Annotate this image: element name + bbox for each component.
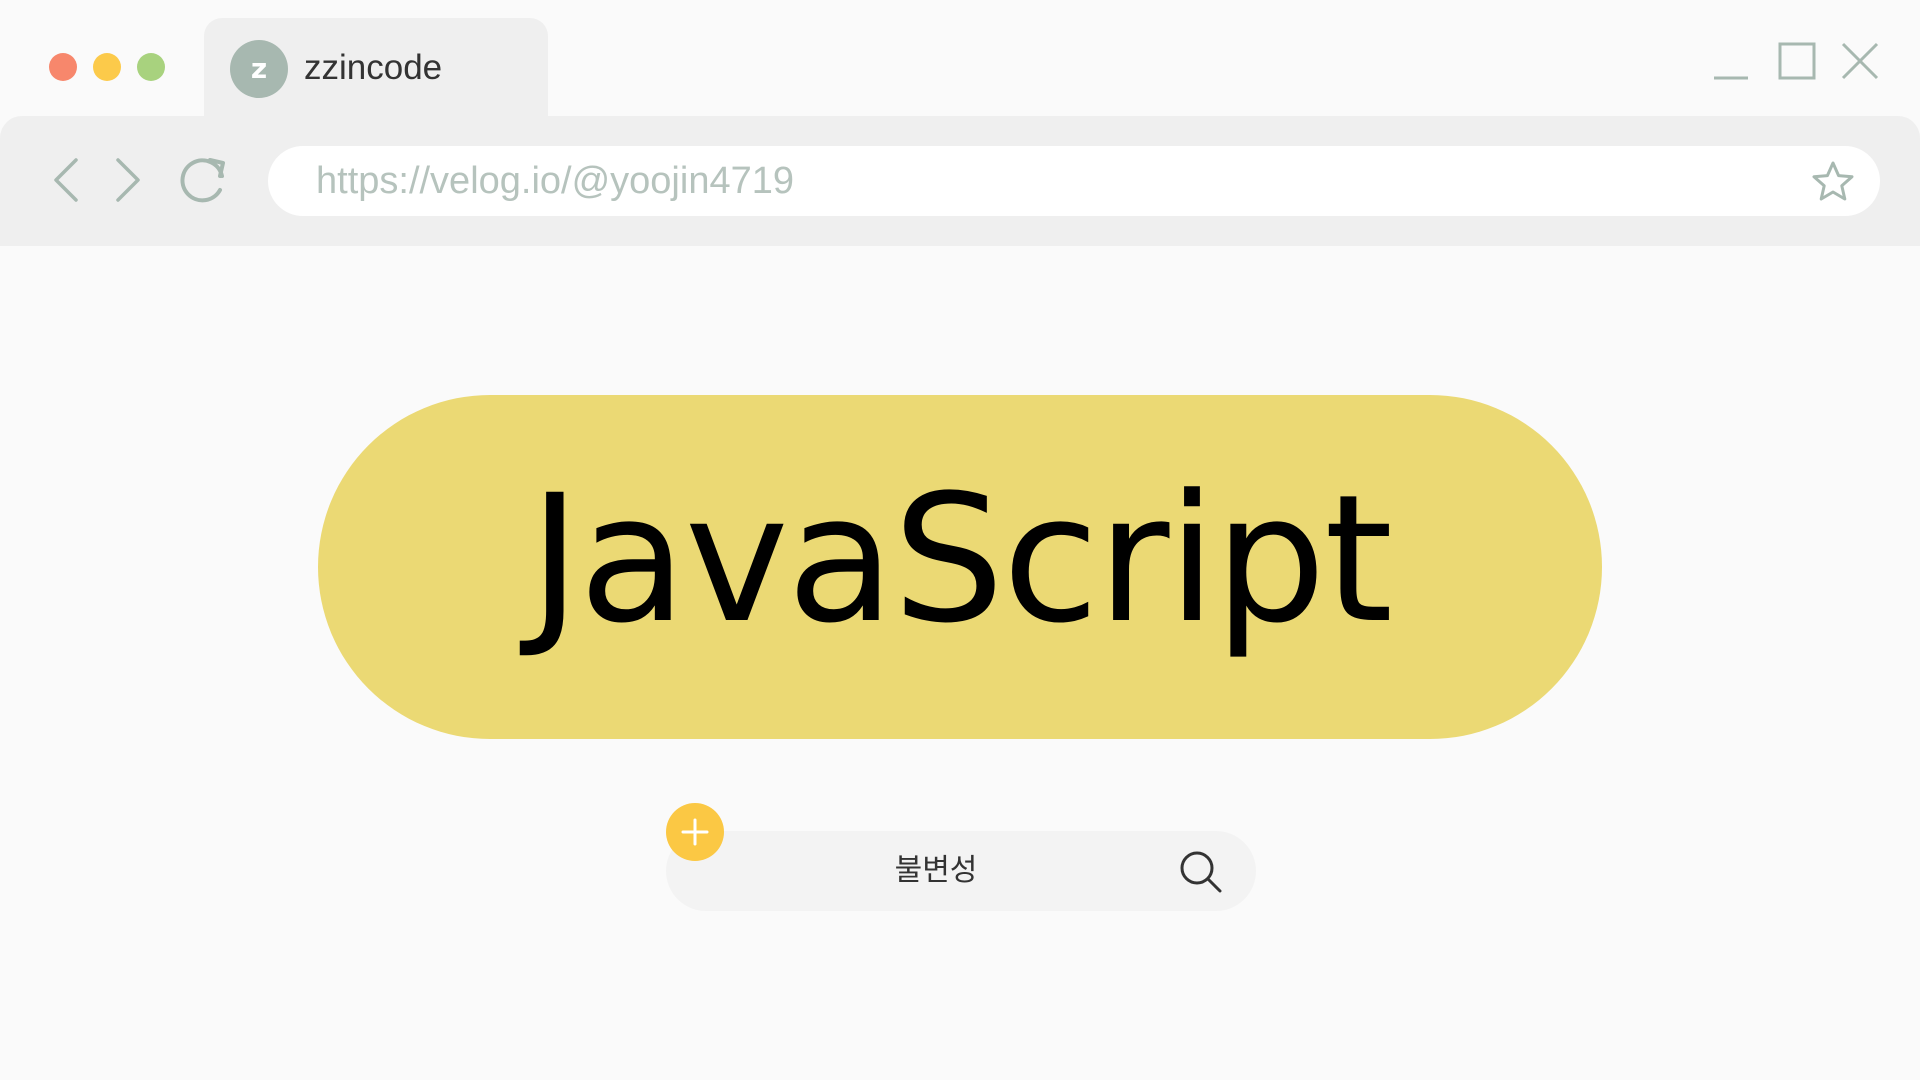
search-bar[interactable]: 불변성 — [666, 831, 1256, 911]
browser-tab[interactable]: z zzincode — [204, 18, 548, 118]
address-bar[interactable]: https://velog.io/@yoojin4719 — [268, 146, 1880, 216]
plus-icon — [681, 818, 709, 846]
traffic-light-minimize[interactable] — [93, 53, 121, 81]
hero-banner: JavaScript — [318, 395, 1602, 739]
tab-favicon: z — [230, 40, 288, 98]
traffic-light-zoom[interactable] — [137, 53, 165, 81]
browser-window: z zzincode https://velog.io/@yoojin4719 … — [0, 0, 1920, 1080]
traffic-light-close[interactable] — [49, 53, 77, 81]
star-icon[interactable] — [1810, 159, 1856, 205]
maximize-icon[interactable] — [1772, 38, 1820, 86]
minimize-icon[interactable] — [1707, 38, 1755, 86]
search-icon[interactable] — [1176, 847, 1226, 897]
hero-title: JavaScript — [528, 457, 1393, 662]
forward-icon[interactable] — [98, 150, 158, 210]
reload-icon[interactable] — [176, 150, 236, 210]
browser-toolbar: https://velog.io/@yoojin4719 — [0, 116, 1920, 246]
tab-title: zzincode — [304, 48, 443, 87]
close-icon[interactable] — [1836, 38, 1884, 86]
back-icon[interactable] — [36, 150, 96, 210]
add-button[interactable] — [666, 803, 724, 861]
url-text[interactable]: https://velog.io/@yoojin4719 — [316, 160, 794, 202]
title-bar: z zzincode — [0, 0, 1920, 118]
search-query[interactable]: 불변성 — [666, 851, 1206, 891]
